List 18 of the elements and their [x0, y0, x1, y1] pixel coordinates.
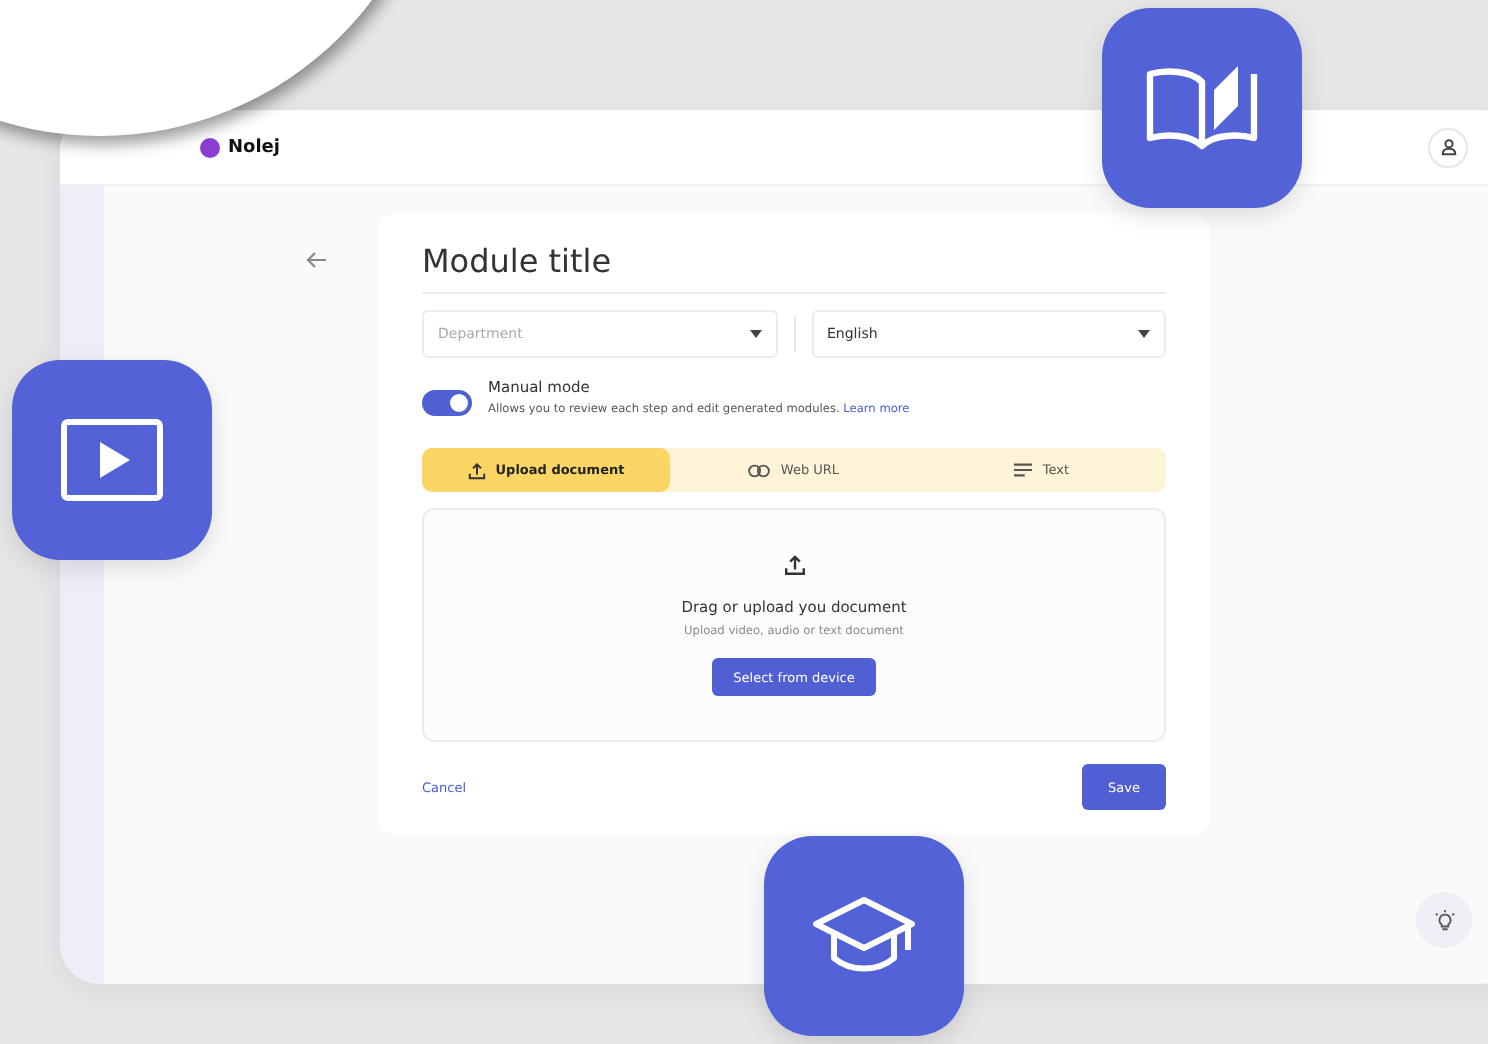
lightbulb-icon	[1433, 909, 1455, 931]
caret-icon	[1138, 330, 1150, 338]
back-button[interactable]	[304, 250, 328, 270]
tips-button[interactable]	[1416, 892, 1472, 948]
open-book-icon	[1142, 62, 1262, 154]
logo-text: Nolej	[228, 137, 280, 157]
user-button[interactable]	[1428, 127, 1468, 167]
user-icon	[1439, 138, 1457, 156]
link-icon	[748, 463, 771, 477]
manual-mode-toggle[interactable]	[422, 390, 472, 416]
logo-icon	[200, 137, 220, 157]
text-lines-icon	[1014, 462, 1033, 478]
upload-icon	[467, 461, 486, 479]
back-arrow-icon	[304, 250, 328, 270]
video-play-icon	[60, 418, 164, 502]
caret-icon	[749, 330, 761, 338]
module-title-field[interactable]: Module title	[422, 242, 1166, 294]
upload-icon	[783, 554, 805, 576]
